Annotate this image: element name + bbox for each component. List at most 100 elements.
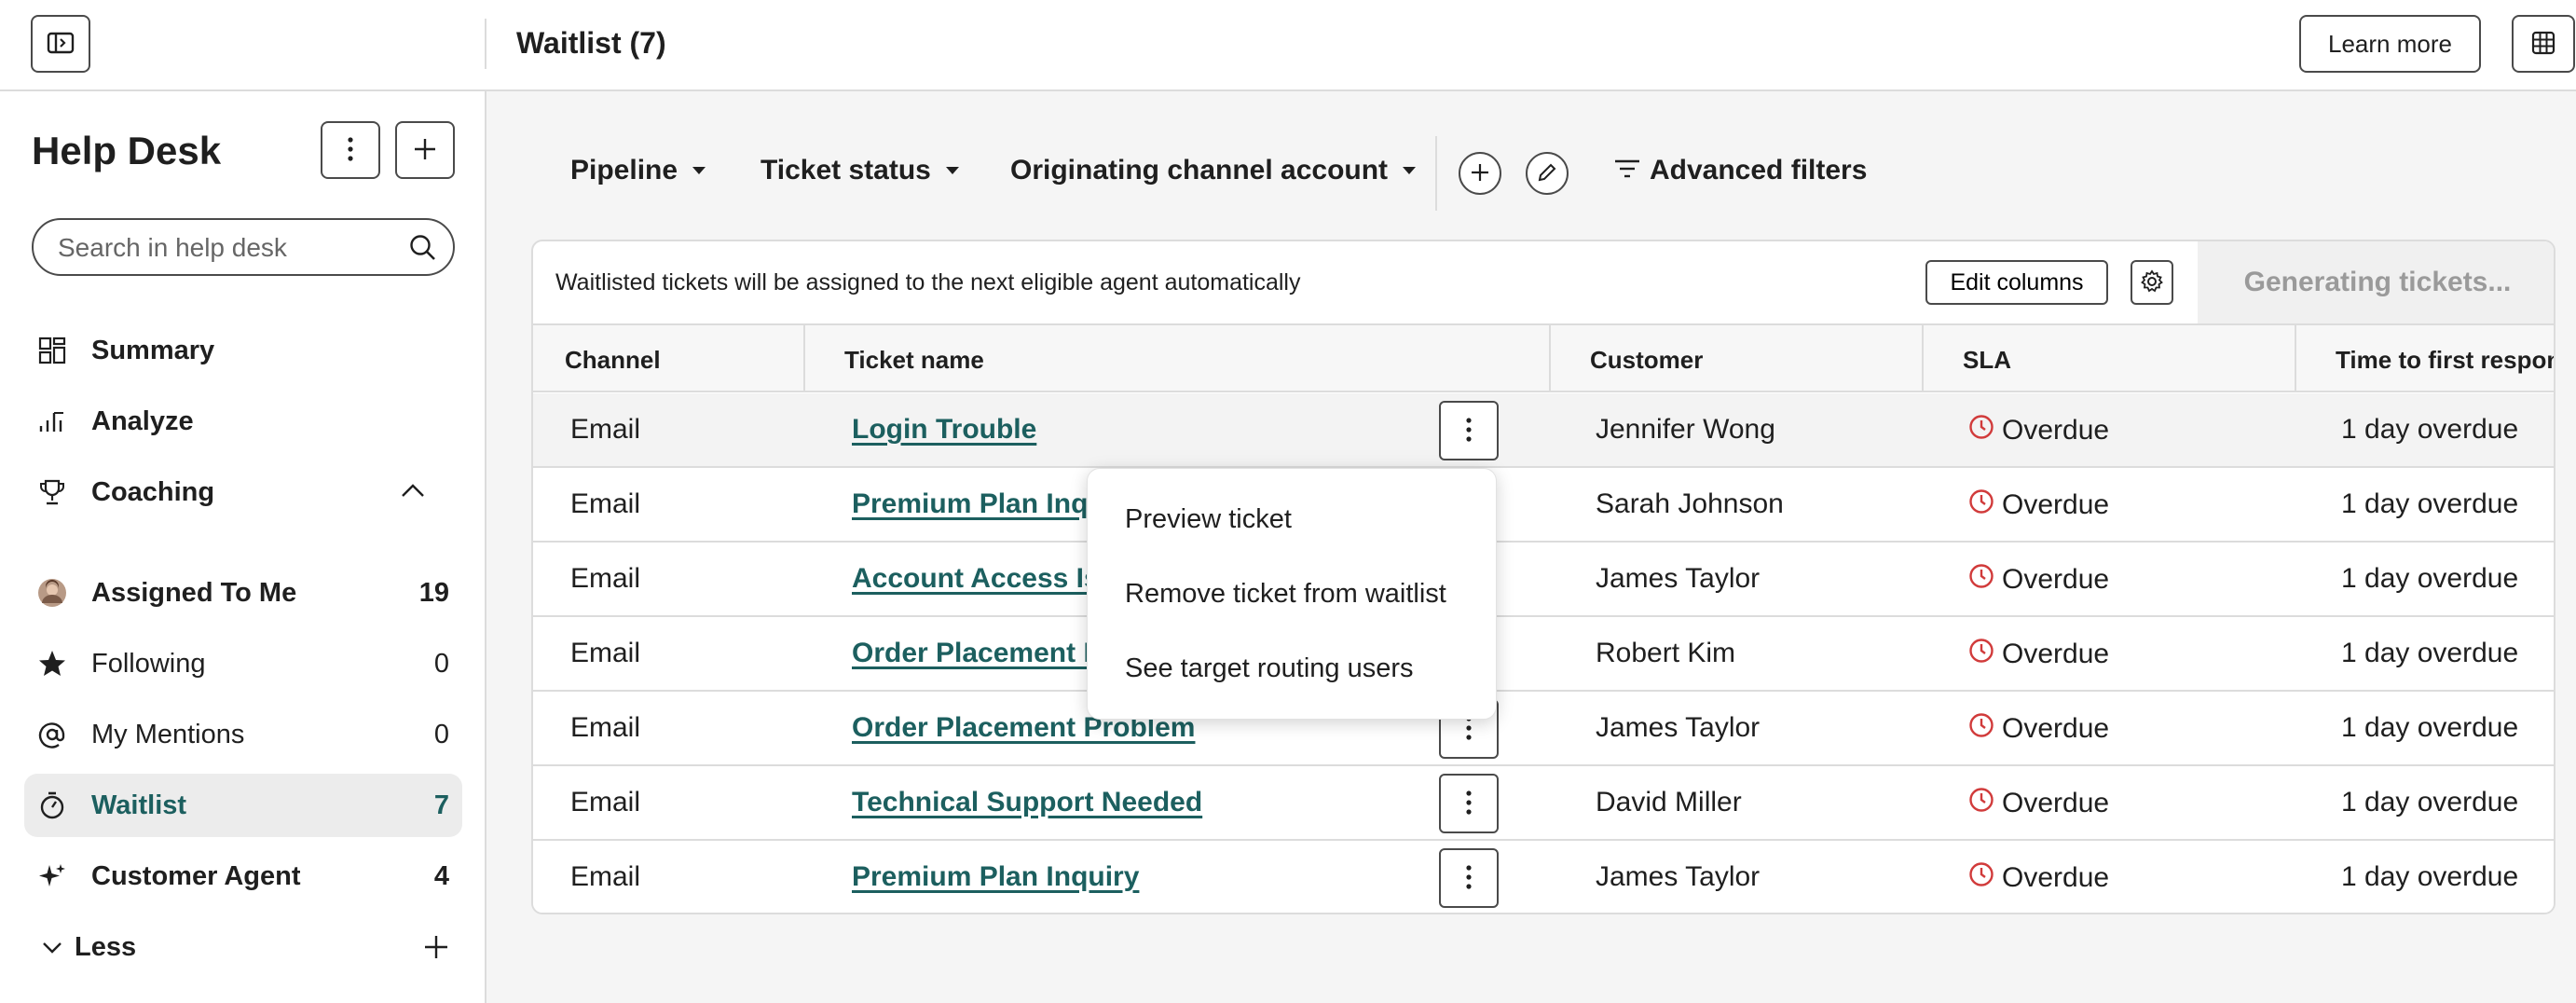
table-row[interactable]: Email Premium Plan Inquiry James Taylor Ove… [533,841,2554,913]
cell-sla: Overdue [1968,488,2109,522]
cell-customer: Sarah Johnson [1596,488,1784,519]
caret-down-icon [1403,167,1417,174]
column-header-customer[interactable]: Customer [1590,346,1703,375]
table-row[interactable]: Email Login Trouble Jennifer Wong Overdue 1 … [533,393,2554,468]
sidebar-item-analyze[interactable]: Analyze [24,390,462,453]
column-header-channel[interactable]: Channel [565,346,661,375]
sidebar-item-less[interactable]: Less [24,915,462,979]
clock-icon [1968,563,1994,597]
sidebar-item-label: Coaching [91,476,215,507]
cell-time-to-first-response: 1 day overdue [2341,563,2519,594]
cell-channel: Email [570,787,641,818]
ticket-name-link[interactable]: Premium Plan Inquiry [852,861,1139,893]
cell-channel: Email [570,861,641,892]
plus-icon [413,137,437,164]
plus-icon [1470,162,1490,185]
cell-sla: Overdue [1968,563,2109,597]
more-vertical-icon [1465,790,1473,818]
originating-channel-filter[interactable]: Originating channel account [1010,155,1417,186]
sla-status: Overdue [2002,489,2110,520]
sidebar-item-label: Waitlist [91,790,187,820]
learn-more-button[interactable]: Learn more [2299,15,2481,73]
cell-customer: Jennifer Wong [1596,414,1775,445]
clock-icon [1968,861,1994,895]
sidebar-item-label: My Mentions [91,719,245,749]
sidebar-item-summary[interactable]: Summary [24,319,462,382]
edit-filter-button[interactable] [1526,152,1569,195]
dashboard-icon [37,336,67,365]
pencil-icon [1537,162,1557,185]
ticket-name-link[interactable]: Technical Support Needed [852,787,1202,818]
sidebar-item-label: Less [75,931,137,962]
table-row[interactable]: Email Technical Support Needed David Mille… [533,766,2554,841]
sidebar: Help Desk Summary Analyze Coaching [0,91,486,1003]
menu-item-preview-ticket[interactable]: Preview ticket [1088,482,1496,556]
sidebar-item-count: 7 [433,790,449,820]
sidebar-add-button[interactable] [395,121,455,179]
bar-chart-icon [37,406,67,436]
table-row[interactable]: Email Order Placement Problem James Taylor… [533,692,2554,766]
tickets-panel: Waitlisted tickets will be assigned to t… [531,240,2555,914]
sidebar-item-my-mentions[interactable]: My Mentions 0 [24,703,462,766]
sidebar-more-button[interactable] [321,121,380,179]
ticket-name-link[interactable]: Order Placement P [852,638,1102,669]
column-header-time-to-first-response[interactable]: Time to first respons [2336,346,2554,375]
table-header: Channel Ticket name Customer SLA Time to… [533,325,2554,392]
cell-time-to-first-response: 1 day overdue [2341,488,2519,519]
filter-label: Originating channel account [1010,155,1389,185]
filter-label: Pipeline [570,155,678,185]
clock-icon [1968,787,1994,820]
sidebar-item-assigned-to-me[interactable]: Assigned To Me 19 [24,561,462,625]
plus-icon[interactable] [423,934,449,965]
cell-customer: James Taylor [1596,563,1761,594]
sidebar-item-count: 19 [418,577,449,608]
row-actions-button[interactable] [1439,774,1499,833]
table-row[interactable]: Email Account Access Iss James Taylor Overd… [533,543,2554,617]
table-row[interactable]: Email Order Placement P Robert Kim Overdue 1… [533,617,2554,692]
chevron-down-icon [37,932,67,962]
clock-icon [1968,638,1994,671]
sidebar-item-waitlist[interactable]: Waitlist 7 [24,774,462,837]
cell-sla: Overdue [1968,414,2109,447]
table-view-button[interactable] [2512,15,2575,73]
at-sign-icon [37,720,67,749]
column-header-sla[interactable]: SLA [1963,346,2011,375]
table-row[interactable]: Email Premium Plan Inqu Sarah Johnson Overd… [533,468,2554,543]
sidebar-item-label: Assigned To Me [91,577,297,608]
table-settings-button[interactable] [2131,260,2173,305]
sla-status: Overdue [2002,788,2110,818]
row-actions-button[interactable] [1439,848,1499,908]
cell-sla: Overdue [1968,638,2109,671]
cell-customer: David Miller [1596,787,1742,818]
menu-item-remove-from-waitlist[interactable]: Remove ticket from waitlist [1088,556,1496,631]
cell-sla: Overdue [1968,712,2109,746]
page-title: Waitlist (7) [516,26,666,60]
clock-icon [1968,712,1994,746]
filter-label: Ticket status [760,155,931,185]
advanced-filters-button[interactable]: Advanced filters [1614,155,1867,186]
search-input[interactable] [58,229,393,267]
sidebar-item-customer-agent[interactable]: Customer Agent 4 [24,845,462,908]
ticket-name-link[interactable]: Premium Plan Inqu [852,488,1105,520]
avatar [37,578,67,608]
sidebar-item-label: Customer Agent [91,860,301,891]
cell-channel: Email [570,488,641,519]
ticket-name-link[interactable]: Account Access Iss [852,563,1115,595]
sidebar-item-label: Analyze [91,405,194,436]
pipeline-filter[interactable]: Pipeline [570,155,706,186]
cell-time-to-first-response: 1 day overdue [2341,712,2519,743]
generating-tickets-button[interactable]: Generating tickets... [2198,241,2554,323]
search-icon[interactable] [408,233,438,268]
toggle-sidebar-button[interactable] [31,15,90,73]
sidebar-item-coaching[interactable]: Coaching [24,460,462,524]
ticket-name-link[interactable]: Login Trouble [852,414,1036,446]
edit-columns-button[interactable]: Edit columns [1925,260,2108,305]
add-filter-button[interactable] [1459,152,1501,195]
clock-icon [1968,488,1994,522]
chevron-up-icon[interactable] [401,483,425,502]
sidebar-item-following[interactable]: Following 0 [24,632,462,695]
row-actions-button[interactable] [1439,401,1499,460]
menu-item-see-target-routing-users[interactable]: See target routing users [1088,631,1496,706]
column-header-ticket-name[interactable]: Ticket name [844,346,984,375]
ticket-status-filter[interactable]: Ticket status [760,155,959,186]
